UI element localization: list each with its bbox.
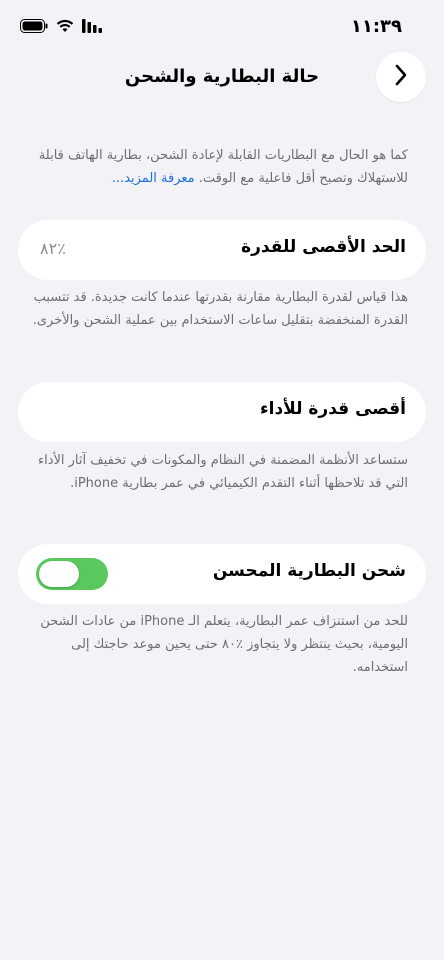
intro-description: كما هو الحال مع البطاريات القابلة لإعادة…: [38, 148, 408, 186]
battery-icon: [20, 18, 48, 37]
optimized-charging-footnote: للحد من استنزاف عمر البطارية، يتعلم الـ …: [40, 614, 408, 675]
status-time: ١١:٣٩: [350, 16, 402, 37]
max-capacity-value: ٪٨٢: [40, 239, 66, 258]
status-icons: [20, 18, 102, 37]
wifi-icon: [56, 18, 74, 37]
chevron-right-icon: [394, 64, 408, 90]
max-capacity-label: الحد الأقصى للقدرة: [241, 237, 406, 257]
optimized-charging-toggle[interactable]: [36, 558, 108, 590]
optimized-charging-row: شحن البطارية المحسن: [18, 544, 426, 604]
toggle-knob: [39, 561, 79, 587]
peak-performance-row: أقصى قدرة للأداء: [18, 382, 426, 442]
signal-icon: [82, 18, 102, 37]
status-bar: ١١:٣٩: [0, 0, 444, 52]
max-capacity-row: الحد الأقصى للقدرة ٪٨٢: [18, 220, 426, 280]
peak-performance-footnote: ستساعد الأنظمة المضمنة في النظام والمكون…: [37, 453, 408, 491]
back-button[interactable]: [376, 52, 426, 102]
nav-bar: حالة البطارية والشحن: [0, 52, 444, 106]
max-capacity-footnote: هذا قياس لقدرة البطارية مقارنة بقدرتها ع…: [32, 290, 408, 328]
intro-text: كما هو الحال مع البطاريات القابلة لإعادة…: [28, 144, 408, 190]
optimized-charging-label: شحن البطارية المحسن: [212, 561, 406, 581]
learn-more-link[interactable]: معرفة المزيد...: [112, 171, 195, 186]
peak-performance-label: أقصى قدرة للأداء: [259, 399, 406, 419]
